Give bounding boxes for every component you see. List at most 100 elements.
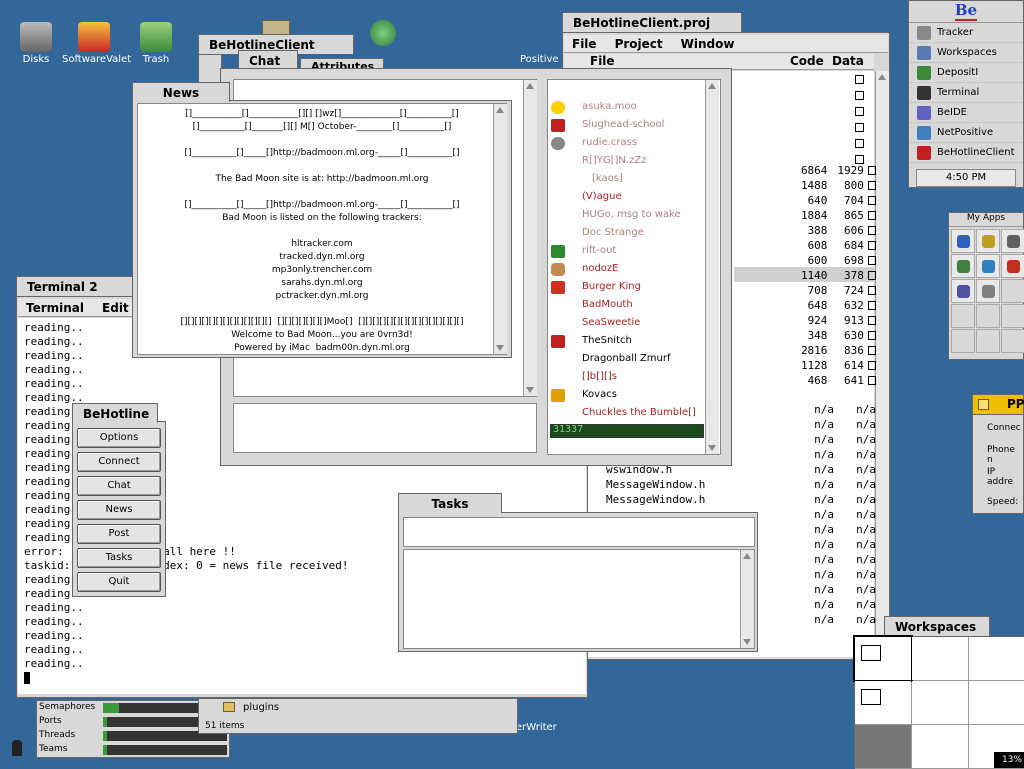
workspace-cell[interactable]	[855, 681, 911, 724]
tasks-vscroll[interactable]	[740, 550, 754, 648]
project-row[interactable]: 1488 800	[784, 178, 876, 193]
behotline-panel-tab[interactable]: BeHotline	[72, 403, 158, 423]
deskbar-item-behotlineclient[interactable]: BeHotlineClient	[909, 143, 1023, 163]
quit-button[interactable]: Quit	[77, 572, 161, 592]
chat-window-tab[interactable]: Chat	[238, 50, 298, 70]
writer-label[interactable]: erWriter	[516, 722, 557, 733]
desktop-icon-trash[interactable]: Trash	[124, 22, 188, 65]
user-list[interactable]: asuka.moo Slughead-school rudie.crass R[]YG…	[547, 79, 721, 455]
news-vscroll[interactable]	[493, 104, 507, 354]
deskbar-item-netpositive[interactable]: NetPositive	[909, 123, 1023, 143]
user-list-item[interactable]: Kovacs	[548, 386, 720, 404]
my-app-slot[interactable]	[1001, 304, 1024, 328]
connect-button[interactable]: Connect	[77, 452, 161, 472]
user-list-item[interactable]: BadMouth	[548, 296, 720, 314]
chevron-right-icon[interactable]	[867, 196, 876, 205]
tasks-list[interactable]	[403, 549, 755, 649]
user-list-item[interactable]: Slughead-school	[548, 116, 720, 134]
deskbar-item-depositi[interactable]: DepositI	[909, 63, 1023, 83]
post-button[interactable]: Post	[77, 524, 161, 544]
chevron-right-icon[interactable]	[867, 346, 876, 355]
chevron-right-icon[interactable]	[867, 256, 876, 265]
chevron-right-icon[interactable]	[867, 301, 876, 310]
my-app-slot[interactable]	[976, 329, 1000, 353]
project-row[interactable]: 1140 378	[784, 268, 876, 283]
my-app-slot[interactable]	[1001, 254, 1024, 278]
project-row[interactable]: 924 913	[784, 313, 876, 328]
column-file[interactable]: File	[590, 54, 615, 68]
project-row-na[interactable]: n/a n/a	[784, 537, 876, 552]
chevron-right-icon[interactable]	[867, 286, 876, 295]
chevron-right-icon[interactable]	[867, 166, 876, 175]
file-name[interactable]: MessageWindow.h	[606, 477, 705, 492]
my-app-slot[interactable]	[951, 304, 975, 328]
chevron-down-icon[interactable]	[855, 91, 864, 100]
project-row-na[interactable]: n/a n/a	[784, 492, 876, 507]
workspace-cell[interactable]	[912, 725, 968, 768]
be-logo[interactable]: Be	[909, 1, 1023, 23]
project-row[interactable]: 2816 836	[784, 343, 876, 358]
chat-input[interactable]	[233, 403, 537, 453]
scroll-up-arrow[interactable]	[496, 107, 504, 113]
project-row[interactable]: 388 606	[784, 223, 876, 238]
scroll-down-arrow[interactable]	[526, 387, 534, 393]
user-list-item[interactable]: HUGo, msg to wake	[548, 206, 720, 224]
news-button[interactable]: News	[77, 500, 161, 520]
scroll-up-arrow[interactable]	[708, 83, 716, 89]
project-row-na[interactable]: n/a n/a	[784, 597, 876, 612]
menu-edit[interactable]: Edit	[102, 301, 129, 315]
my-app-slot[interactable]	[951, 254, 975, 278]
workspace-cell[interactable]	[912, 637, 968, 680]
user-list-item[interactable]: []b[][]s	[548, 368, 720, 386]
menu-terminal[interactable]: Terminal	[26, 301, 84, 315]
project-row[interactable]: 1884 865	[784, 208, 876, 223]
menu-project[interactable]: Project	[615, 37, 663, 51]
chat-button[interactable]: Chat	[77, 476, 161, 496]
project-row-na[interactable]: n/a n/a	[784, 522, 876, 537]
project-row-na[interactable]: n/a n/a	[784, 582, 876, 597]
project-row-na[interactable]: n/a n/a	[784, 552, 876, 567]
chevron-right-icon[interactable]	[867, 211, 876, 220]
project-row-na[interactable]: n/a n/a	[784, 402, 876, 417]
user-list-item[interactable]: Dragonball Zmurf	[548, 350, 720, 368]
deskbar-item-tracker[interactable]: Tracker	[909, 23, 1023, 43]
workspace-cell[interactable]	[969, 681, 1024, 724]
chevron-right-icon[interactable]	[867, 316, 876, 325]
globe-icon[interactable]	[370, 20, 396, 46]
scroll-down-arrow[interactable]	[496, 345, 504, 351]
project-row-na[interactable]: n/a n/a	[784, 612, 876, 627]
tracker-file-name[interactable]: plugins	[243, 702, 279, 713]
project-row-na[interactable]: n/a n/a	[784, 462, 876, 477]
project-window-tab[interactable]: BeHotlineClient.proj	[562, 12, 742, 32]
tasks-button[interactable]: Tasks	[77, 548, 161, 568]
user-list-item[interactable]: rudie.crass	[548, 134, 720, 152]
chevron-right-icon[interactable]	[867, 181, 876, 190]
tasks-window-tab[interactable]: Tasks	[398, 493, 502, 513]
project-row-na[interactable]: n/a n/a	[784, 567, 876, 582]
deskbar-item-workspaces[interactable]: Workspaces	[909, 43, 1023, 63]
zoom-box-icon[interactable]	[978, 399, 989, 410]
terminal-window-tab[interactable]: Terminal 2	[16, 276, 144, 296]
ppp-connect[interactable]: Connec	[973, 415, 1023, 433]
project-row-na[interactable]: n/a n/a	[784, 447, 876, 462]
project-row-na[interactable]: n/a n/a	[784, 432, 876, 447]
project-vscroll[interactable]	[875, 71, 889, 657]
user-list-item[interactable]: rift-out	[548, 242, 720, 260]
user-list-item[interactable]: TheSnitch	[548, 332, 720, 350]
netpositive-label[interactable]: Positive	[520, 54, 559, 65]
project-row-na[interactable]: n/a n/a	[784, 417, 876, 432]
tasks-header-field[interactable]	[403, 517, 755, 547]
scroll-up-arrow[interactable]	[878, 74, 886, 80]
workspace-cell[interactable]	[853, 635, 913, 682]
deskbar-item-beide[interactable]: BeIDE	[909, 103, 1023, 123]
my-app-slot[interactable]	[1001, 229, 1024, 253]
project-row[interactable]: 648 632	[784, 298, 876, 313]
user-list-vscroll[interactable]	[705, 80, 719, 454]
project-row[interactable]: 608 684	[784, 238, 876, 253]
my-app-slot[interactable]	[976, 304, 1000, 328]
chevron-right-icon[interactable]	[867, 376, 876, 385]
chevron-down-icon[interactable]	[855, 107, 864, 116]
chevron-down-icon[interactable]	[855, 155, 864, 164]
project-row[interactable]: 640 704	[784, 193, 876, 208]
user-list-item[interactable]: asuka.moo	[548, 98, 720, 116]
